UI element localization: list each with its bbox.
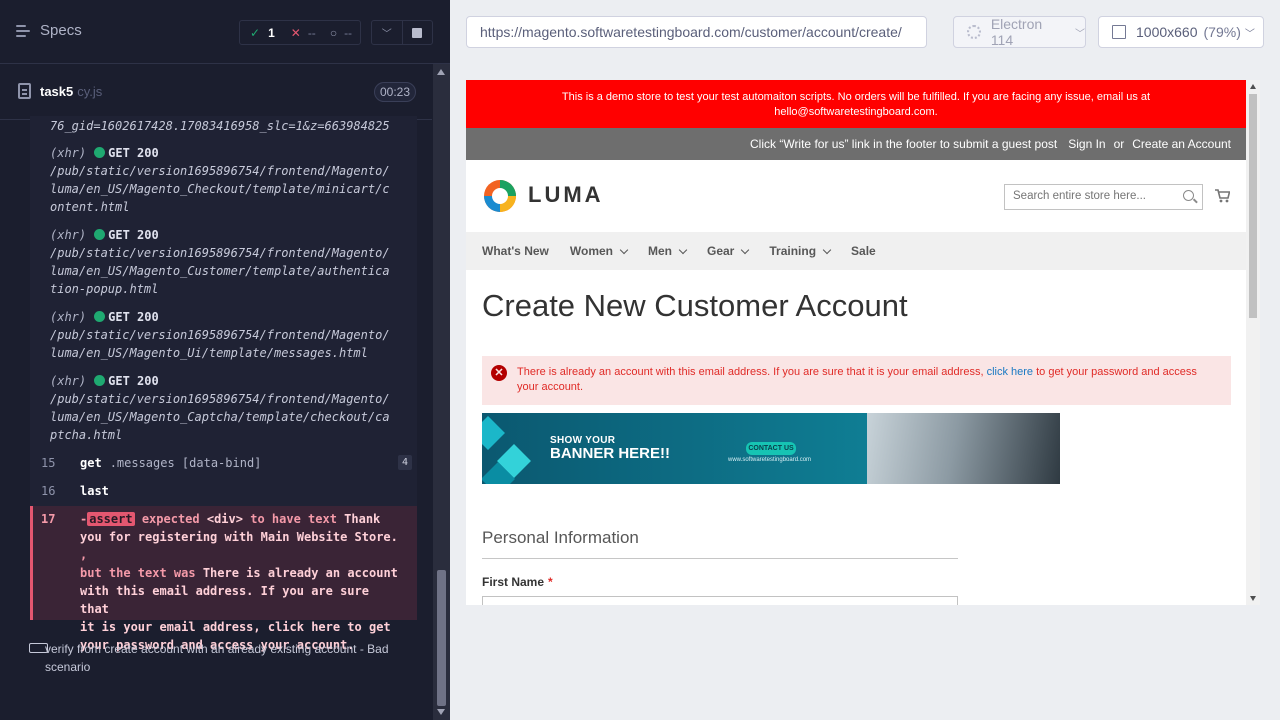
nav-whats-new[interactable]: What's New bbox=[482, 244, 549, 258]
header-links: Click “Write for us” link in the footer … bbox=[466, 128, 1246, 160]
aut-panel: https://magento.softwaretestingboard.com… bbox=[450, 0, 1280, 720]
nav-sale[interactable]: Sale bbox=[851, 244, 876, 258]
first-name-label: First Name * bbox=[482, 575, 553, 589]
x-icon: ✕ bbox=[290, 25, 301, 40]
scroll-up-icon[interactable] bbox=[437, 69, 445, 75]
electron-icon bbox=[967, 25, 981, 39]
log-line: 76_gid=1602617428.17083416958_slc=1&z=66… bbox=[50, 119, 390, 133]
reporter-panel: Specs ✓ 1 ✕ -- ○ -- ﹀ task5 cy.js 00:23 76_g… bbox=[0, 0, 450, 720]
cart-icon[interactable] bbox=[1214, 188, 1230, 204]
site-header: LUMA Search entire store here... bbox=[466, 160, 1246, 232]
page-title: Create New Customer Account bbox=[482, 288, 908, 323]
test-title[interactable]: verify from create account with an alrea… bbox=[28, 640, 418, 676]
click-here-link[interactable]: click here bbox=[987, 366, 1033, 378]
search-icon[interactable] bbox=[1183, 190, 1194, 201]
chevron-down-icon: ﹀ bbox=[1244, 28, 1255, 40]
section-title: Personal Information bbox=[482, 528, 958, 559]
xhr-entry[interactable]: (xhr) GET 200 /pub/static/version16958967… bbox=[50, 372, 390, 444]
passed-stat: ✓ 1 bbox=[250, 25, 275, 40]
status-dot-icon bbox=[94, 311, 106, 322]
expand-button[interactable]: ﹀ bbox=[372, 21, 402, 44]
chevron-down-icon: ﹀ bbox=[381, 29, 392, 40]
reporter-header: Specs ✓ 1 ✕ -- ○ -- ﹀ bbox=[0, 0, 450, 64]
command-row[interactable]: 16 last bbox=[30, 478, 417, 502]
create-account-link[interactable]: Create an Account bbox=[1132, 137, 1231, 151]
specs-toggle-button[interactable]: Specs bbox=[16, 22, 82, 39]
xhr-entry[interactable]: (xhr) GET 200 /pub/static/version16958967… bbox=[50, 226, 390, 298]
ruler-icon bbox=[1112, 25, 1126, 39]
reporter-scrollbar[interactable] bbox=[433, 64, 450, 720]
scroll-down-icon[interactable] bbox=[437, 709, 445, 715]
failed-stat: ✕ -- bbox=[290, 25, 316, 40]
error-message: ✕ There is already an account with this … bbox=[482, 356, 1231, 405]
spec-name: task5 cy.js bbox=[40, 84, 103, 99]
error-icon: ✕ bbox=[491, 365, 507, 381]
status-dot-icon bbox=[94, 375, 106, 386]
handshake-image bbox=[867, 413, 1060, 484]
failed-assert-command[interactable]: 17 - assert expected <div> to have text T… bbox=[30, 506, 417, 652]
pending-circle-icon: ○ bbox=[329, 25, 338, 40]
xhr-entry[interactable]: (xhr) GET 200 /pub/static/version16958967… bbox=[50, 144, 390, 216]
spec-duration: 00:23 bbox=[374, 82, 416, 102]
sign-in-link[interactable]: Sign In bbox=[1068, 137, 1105, 151]
guest-post-note: Click “Write for us” link in the footer … bbox=[750, 137, 1058, 151]
scroll-thumb[interactable] bbox=[437, 570, 446, 706]
scroll-thumb[interactable] bbox=[1249, 94, 1257, 318]
luma-logo-icon[interactable] bbox=[482, 178, 518, 214]
search-input[interactable]: Search entire store here... bbox=[1004, 184, 1203, 210]
nav-women[interactable]: Women bbox=[570, 244, 627, 258]
test-status-icon bbox=[29, 643, 48, 653]
command-row[interactable]: 15 get .messages [data-bind] 4 bbox=[30, 450, 417, 474]
aut-iframe: This is a demo store to test your test a… bbox=[466, 80, 1260, 605]
menu-icon bbox=[16, 24, 32, 38]
run-controls: ﹀ bbox=[371, 20, 433, 45]
main-nav: What's New Women Men Gear Training Sale bbox=[466, 232, 1246, 270]
file-icon bbox=[18, 83, 31, 99]
spec-file-header: task5 cy.js 00:23 bbox=[0, 64, 432, 120]
scroll-down-icon[interactable] bbox=[1250, 596, 1256, 601]
nav-men[interactable]: Men bbox=[648, 244, 686, 258]
viewport-info[interactable]: 1000x660 (79%) ﹀ bbox=[1098, 16, 1264, 48]
element-count-badge: 4 bbox=[398, 455, 412, 470]
xhr-entry[interactable]: (xhr) GET 200 /pub/static/version16958967… bbox=[50, 308, 390, 362]
check-icon: ✓ bbox=[250, 25, 261, 40]
chevron-down-icon: ﹀ bbox=[1075, 28, 1085, 40]
assert-error-text: - assert expected <div> to have text Than… bbox=[80, 512, 398, 652]
stop-button[interactable] bbox=[401, 21, 433, 44]
scroll-up-icon[interactable] bbox=[1250, 84, 1256, 89]
test-stats: ✓ 1 ✕ -- ○ -- bbox=[239, 20, 361, 45]
specs-label: Specs bbox=[40, 22, 82, 39]
browser-selector[interactable]: Electron 114 ﹀ bbox=[953, 16, 1086, 48]
contact-us-button[interactable]: CONTACT US bbox=[746, 442, 796, 455]
first-name-input[interactable] bbox=[482, 596, 958, 605]
iframe-scrollbar[interactable] bbox=[1246, 80, 1260, 605]
url-bar[interactable]: https://magento.softwaretestingboard.com… bbox=[466, 16, 927, 48]
nav-training[interactable]: Training bbox=[769, 244, 830, 258]
nav-gear[interactable]: Gear bbox=[707, 244, 748, 258]
status-dot-icon bbox=[94, 147, 106, 158]
promo-banner[interactable]: SHOW YOUR BANNER HERE!! CONTACT US www.s… bbox=[482, 413, 1060, 484]
demo-notice: This is a demo store to test your test a… bbox=[466, 80, 1246, 128]
pending-stat: ○ -- bbox=[329, 25, 353, 40]
logo-text[interactable]: LUMA bbox=[528, 182, 604, 208]
status-dot-icon bbox=[94, 229, 106, 240]
stop-icon bbox=[412, 27, 423, 38]
